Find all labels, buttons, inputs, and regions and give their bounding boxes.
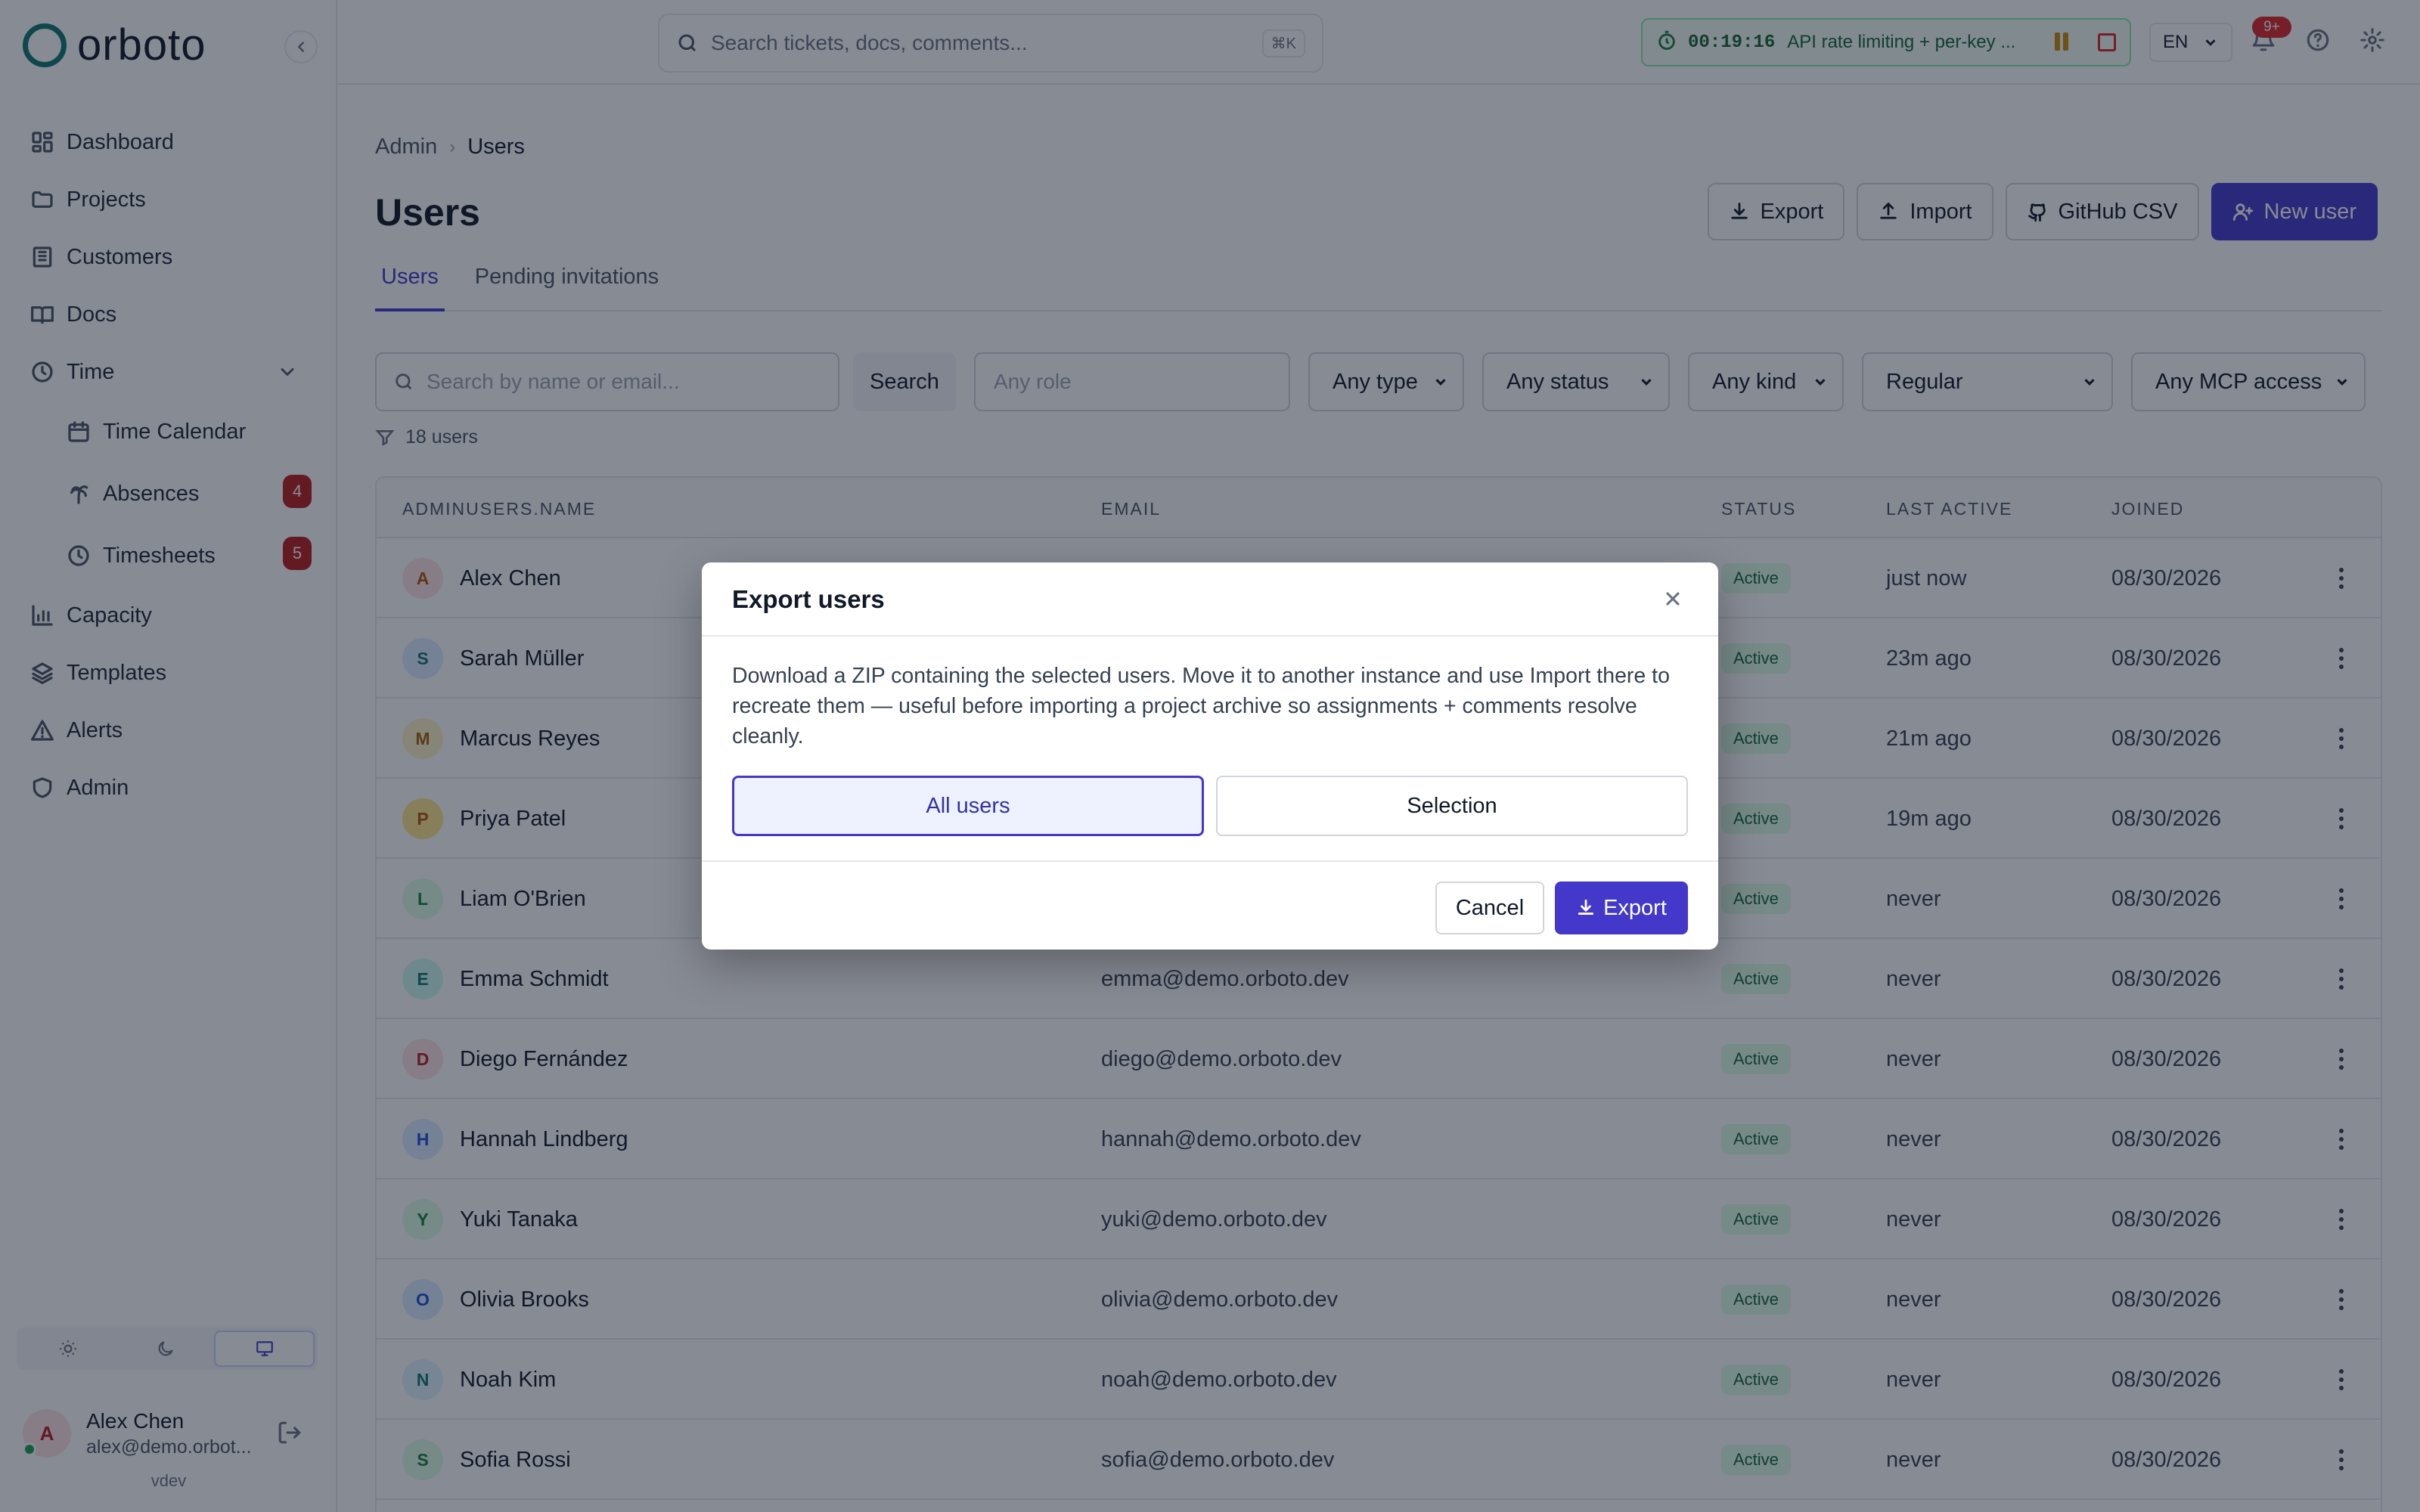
close-icon [1666, 592, 1680, 606]
dialog-close-button[interactable] [1662, 588, 1685, 611]
cancel-button[interactable]: Cancel [1435, 881, 1544, 934]
export-all-users-option[interactable]: All users [732, 776, 1204, 836]
dialog-description: Download a ZIP containing the selected u… [732, 664, 1670, 748]
dialog-header: Export users [702, 562, 1718, 637]
dialog-footer: Cancel Export [702, 860, 1718, 950]
export-users-dialog: Export users Download a ZIP containing t… [702, 562, 1718, 950]
confirm-export-button[interactable]: Export [1555, 881, 1688, 934]
dialog-title: Export users [732, 585, 885, 613]
export-selection-option[interactable]: Selection [1216, 776, 1688, 836]
confirm-export-label: Export [1603, 895, 1667, 920]
download-icon [1578, 899, 1594, 915]
